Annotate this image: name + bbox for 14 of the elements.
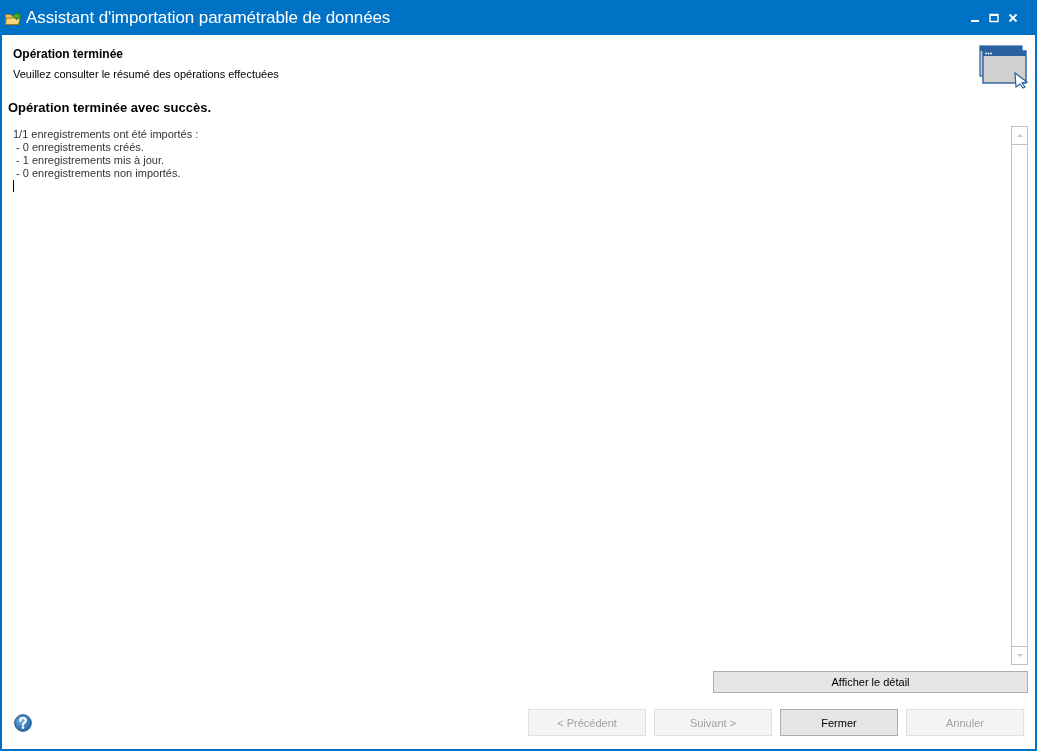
window-title: Assistant d'importation paramétrable de données	[26, 7, 391, 28]
help-icon[interactable]	[14, 713, 32, 732]
wizard-button[interactable]: Fermer	[780, 709, 898, 736]
text-caret	[13, 180, 14, 192]
windows-cursor-icon	[979, 45, 1029, 89]
summary-field[interactable]: 1/1 enregistrements ont été importés : - 0 enregistrements créés. - 1 enregistrements mis à jour. - 0 enregistrements non importés.	[8, 125, 1028, 665]
summary-text: 1/1 enregistrements ont été importés : - 0 enregistrements créés. - 1 enregistrements mis à jour. - 0 enregistrements non importés.	[12, 127, 199, 180]
status-message: Opération terminée avec succès.	[8, 100, 213, 116]
folder-arrow-icon	[5, 10, 21, 25]
maximize-icon[interactable]	[989, 13, 999, 23]
step-subtitle: Veuillez consulter le résumé des opérations effectuées	[13, 67, 279, 81]
close-icon[interactable]	[1008, 13, 1018, 23]
show-detail-button[interactable]: Afficher le détail	[713, 671, 1028, 693]
step-title: Opération terminée	[13, 47, 125, 62]
